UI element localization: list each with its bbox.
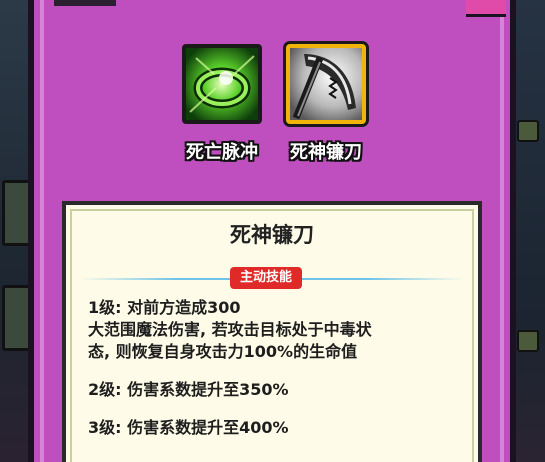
description-title: 死神镰刀 bbox=[230, 223, 314, 247]
level-1-line: 大范围魔法伤害, 若攻击目标处于中毒状 bbox=[88, 320, 372, 339]
scythe-icon bbox=[290, 48, 362, 120]
skill-type-badge: 主动技能 bbox=[230, 267, 303, 289]
side-icon bbox=[517, 120, 539, 142]
skill-label: 死神镰刀 bbox=[290, 142, 362, 163]
skill-icon-frame-selected[interactable] bbox=[286, 44, 366, 124]
skill-label: 死亡脉冲 bbox=[186, 142, 258, 163]
skill-death-scythe[interactable]: 死神镰刀 bbox=[282, 44, 370, 164]
level-1-description: 1级: 对前方造成300 大范围魔法伤害, 若攻击目标处于中毒状 态, 则恢复自… bbox=[88, 297, 466, 363]
level-3-description: 3级: 伤害系数提升至400% bbox=[88, 418, 289, 437]
skill-description-box: 死神镰刀 主动技能 1级: 对前方造成300 大范围魔法伤害, 若攻击目标处于中… bbox=[62, 201, 482, 462]
skill-level-list: 1级: 对前方造成300 大范围魔法伤害, 若攻击目标处于中毒状 态, 则恢复自… bbox=[88, 297, 466, 455]
skill-icon-frame[interactable] bbox=[182, 44, 262, 124]
level-1-line: 态, 则恢复自身攻击力100%的生命值 bbox=[88, 342, 358, 361]
panel-top-bar bbox=[54, 0, 116, 6]
green-ring-icon bbox=[186, 48, 258, 120]
skill-death-pulse[interactable]: 死亡脉冲 bbox=[178, 44, 266, 164]
side-icon bbox=[517, 330, 539, 352]
level-2-description: 2级: 伤害系数提升至350% bbox=[88, 380, 289, 399]
panel-corner-ornament bbox=[466, 0, 506, 17]
level-1-line: 1级: 对前方造成300 bbox=[88, 298, 241, 317]
